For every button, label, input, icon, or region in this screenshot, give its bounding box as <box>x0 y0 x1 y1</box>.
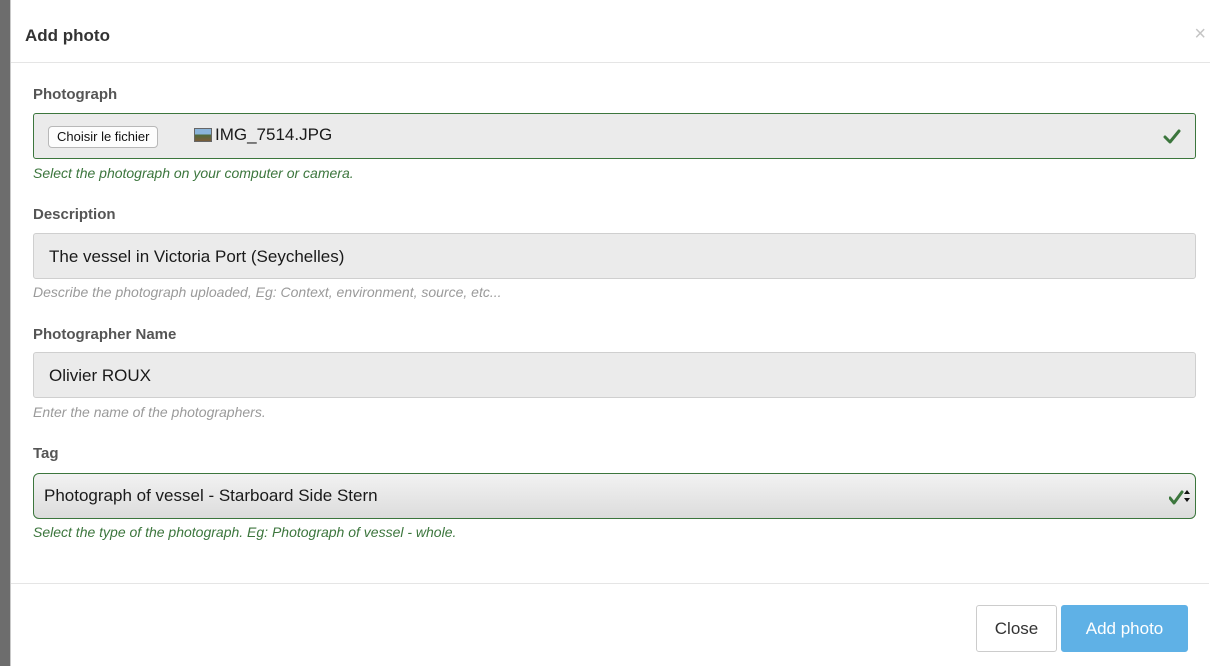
tag-select[interactable]: Photograph of vessel - Starboard Side St… <box>33 473 1196 519</box>
add-photo-modal: Add photo × Photograph Choisir le fichie… <box>10 0 1210 666</box>
tag-label: Tag <box>33 445 59 462</box>
choose-file-button[interactable]: Choisir le fichier <box>48 126 159 148</box>
modal-footer: Close Add photo <box>11 583 1209 667</box>
select-arrows-icon <box>1169 490 1190 505</box>
tag-selected-value: Photograph of vessel - Starboard Side St… <box>44 486 378 505</box>
photographer-help: Enter the name of the photographers. <box>33 404 266 420</box>
close-button[interactable]: Close <box>976 605 1057 652</box>
checkmark-icon <box>1163 129 1181 144</box>
photographer-name-input[interactable]: Olivier ROUX <box>33 352 1196 398</box>
modal-title: Add photo <box>25 26 110 45</box>
tag-help: Select the type of the photograph. Eg: P… <box>33 524 457 540</box>
selected-file-name: IMG_7514.JPG <box>215 125 333 144</box>
photograph-label: Photograph <box>33 86 118 103</box>
photograph-file-input[interactable]: Choisir le fichier IMG_7514.JPG <box>33 113 1196 159</box>
backdrop <box>0 0 10 666</box>
add-photo-button[interactable]: Add photo <box>1061 605 1188 652</box>
description-label: Description <box>33 206 116 223</box>
photographer-label: Photographer Name <box>33 326 177 343</box>
photograph-help: Select the photograph on your computer o… <box>33 165 354 181</box>
description-input[interactable]: The vessel in Victoria Port (Seychelles) <box>33 233 1196 279</box>
modal-header: Add photo × <box>11 0 1210 63</box>
description-help: Describe the photograph uploaded, Eg: Co… <box>33 284 502 300</box>
close-icon[interactable]: × <box>1194 24 1206 44</box>
image-file-icon <box>194 128 212 142</box>
description-value: The vessel in Victoria Port (Seychelles) <box>49 247 345 266</box>
photographer-value: Olivier ROUX <box>49 366 152 385</box>
